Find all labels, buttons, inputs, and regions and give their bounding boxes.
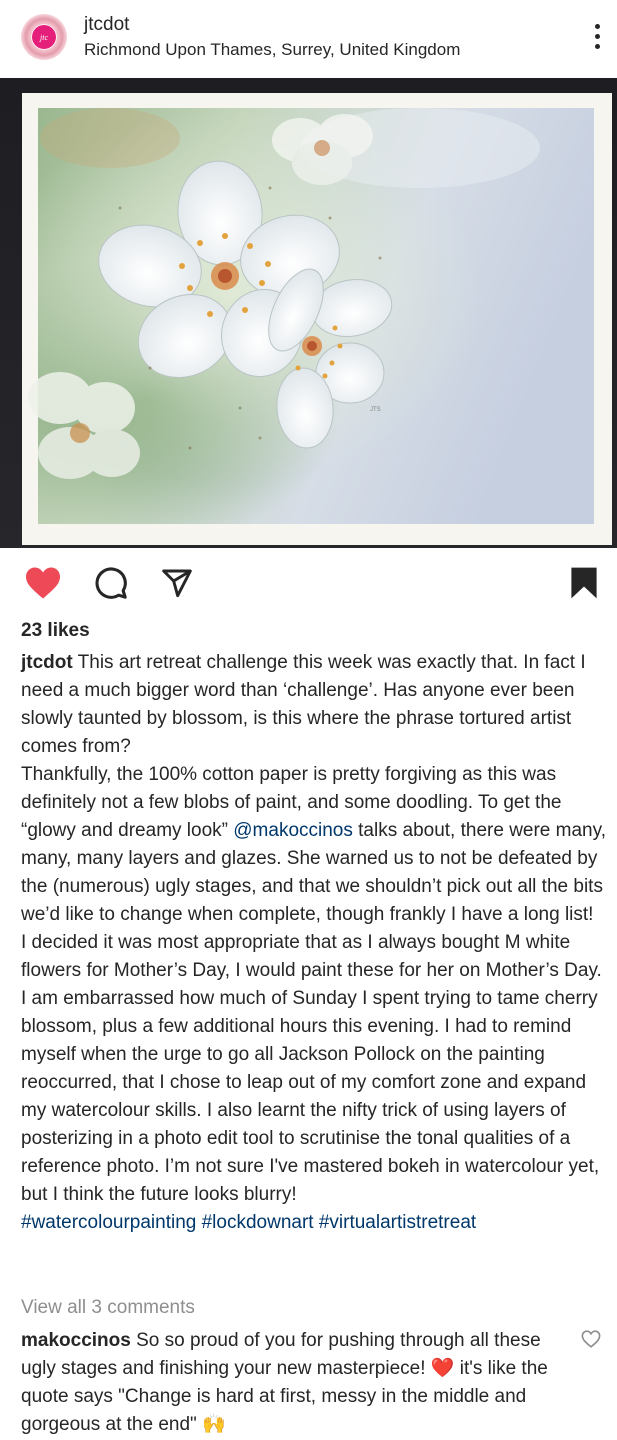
- more-options-icon[interactable]: [593, 24, 601, 54]
- caption-username[interactable]: jtcdot: [21, 652, 73, 673]
- caption-text-3: I decided it was most appropriate that a…: [21, 932, 602, 1205]
- post-image[interactable]: JTS: [0, 78, 617, 548]
- avatar-logo: jtc: [32, 25, 56, 49]
- view-all-comments-link[interactable]: View all 3 comments: [21, 1297, 195, 1319]
- post-header: jtc jtcdot Richmond Upon Thames, Surrey,…: [0, 0, 617, 78]
- hashtags-link[interactable]: #watercolourpainting #lockdownart #virtu…: [21, 1209, 611, 1237]
- bookmark-filled-icon[interactable]: [570, 566, 598, 600]
- action-bar: [0, 548, 617, 616]
- likes-count[interactable]: 23 likes: [21, 620, 90, 642]
- mention-link[interactable]: @makoccinos: [233, 820, 353, 841]
- avatar[interactable]: jtc: [21, 14, 67, 60]
- post-username[interactable]: jtcdot: [84, 14, 129, 36]
- comment-username[interactable]: makoccinos: [21, 1330, 131, 1351]
- heart-filled-icon[interactable]: [24, 566, 62, 600]
- heart-outline-icon[interactable]: [581, 1330, 601, 1348]
- painting-signature: JTS: [370, 407, 381, 413]
- comment-icon[interactable]: [94, 566, 128, 600]
- watercolour-painting: JTS: [22, 93, 612, 545]
- top-comment: makoccinos So so proud of you for pushin…: [21, 1327, 567, 1439]
- send-icon[interactable]: [160, 567, 194, 599]
- caption-text-1: This art retreat challenge this week was…: [21, 652, 586, 757]
- post-caption: jtcdot This art retreat challenge this w…: [21, 649, 611, 1237]
- post-location[interactable]: Richmond Upon Thames, Surrey, United Kin…: [84, 40, 460, 60]
